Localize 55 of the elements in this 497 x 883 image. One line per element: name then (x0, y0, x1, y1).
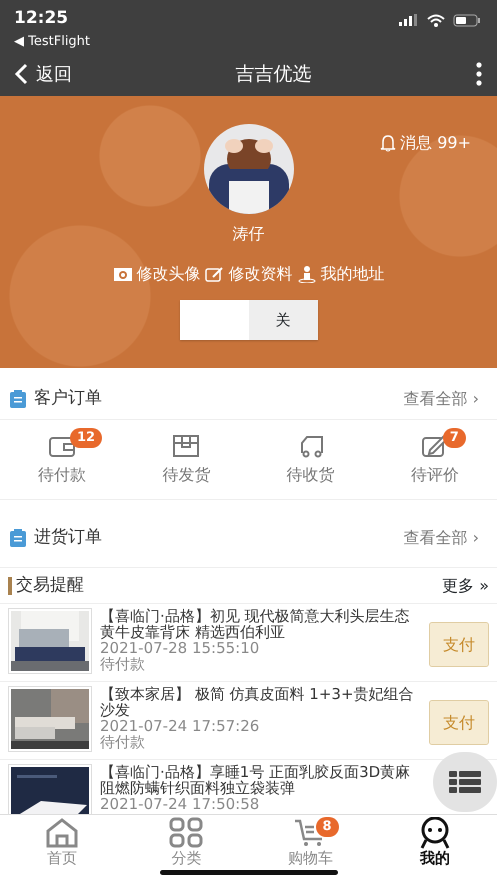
pay-button[interactable]: 支付 (429, 622, 489, 667)
page-title: 吉吉优选 (236, 62, 312, 87)
more-menu-icon[interactable] (475, 62, 483, 86)
order-status-item[interactable]: 待评价 7 (372, 420, 497, 499)
section-title: 进货订单 (34, 526, 102, 549)
edit-icon (204, 265, 224, 283)
back-button[interactable]: 返回 (14, 60, 72, 88)
me-icon (418, 817, 452, 849)
count-badge: 7 (442, 428, 466, 448)
list-icon (449, 771, 481, 793)
view-all-link[interactable]: 查看全部 › (404, 526, 479, 550)
section-title: 客户订单 (34, 386, 102, 410)
floating-menu-button[interactable] (433, 752, 497, 812)
back-icon (14, 63, 28, 85)
tab-bar-item[interactable]: 分类 (124, 815, 248, 877)
count-badge: 8 (316, 817, 339, 837)
profile-action-link[interactable]: 修改头像 (112, 262, 200, 286)
status-time: 12:25 (14, 7, 70, 30)
accent-bar (8, 576, 12, 594)
clipboard-icon (10, 528, 26, 546)
bell-icon (380, 134, 396, 152)
order-status-item[interactable]: 待发货 (124, 420, 248, 499)
toggle-switch[interactable]: 关 (180, 300, 318, 340)
product-title: 【致本家居】 极简 仿真皮面料 1+3+贵妃组合沙发 (100, 686, 415, 718)
clipboard-icon (10, 390, 26, 408)
order-status: 待付款 (100, 656, 146, 672)
section-title: 交易提醒 (16, 574, 84, 597)
order-time: 2021-07-24 17:57:26 (100, 718, 260, 734)
more-link[interactable]: 更多 » (442, 574, 489, 598)
profile-action-link[interactable]: 我的地址 (296, 262, 384, 286)
message-link[interactable]: 消息 99+ (380, 131, 471, 155)
home-icon (45, 817, 80, 849)
signal-icon (399, 14, 419, 26)
tab-bar-item[interactable]: 我的 (372, 815, 497, 877)
camera-icon (112, 265, 132, 283)
wifi-icon (427, 14, 445, 27)
profile-action-link[interactable]: 修改资料 (204, 262, 292, 286)
person-icon (296, 265, 316, 283)
order-status-item[interactable]: 待付款 12 (0, 420, 124, 499)
order-status: 待付款 (100, 734, 146, 750)
user-name: 涛仔 (232, 223, 264, 245)
order-time: 2021-07-28 15:55:10 (100, 640, 260, 656)
tab-bar-item[interactable]: 购物车 8 (248, 815, 373, 877)
back-to-app-link[interactable]: ◀ TestFlight (14, 32, 90, 51)
box-icon (172, 432, 200, 458)
view-all-link[interactable]: 查看全部 › (404, 386, 479, 410)
battery-icon (453, 14, 481, 27)
count-badge: 12 (70, 428, 102, 448)
grid-icon (169, 817, 204, 849)
tab-bar-item[interactable]: 首页 (0, 815, 124, 877)
product-title: 【喜临门·品格】享睡1号 正面乳胶反面3D黄麻阻燃防螨针织面料独立袋装弹 (100, 764, 412, 796)
order-time: 2021-07-24 17:50:58 (100, 796, 260, 812)
pay-button[interactable]: 支付 (429, 700, 489, 745)
order-status-item[interactable]: 待收货 (248, 420, 373, 499)
product-title: 【喜临门·品格】初见 现代极简意大利头层生态黄牛皮靠背床 精选西伯利亚 (100, 608, 411, 640)
